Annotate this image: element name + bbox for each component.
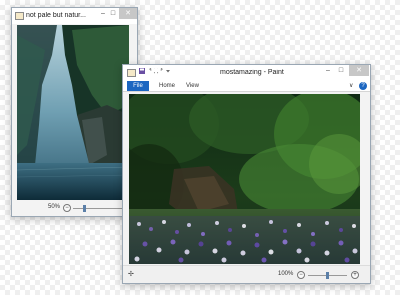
paint-window: mostamazing - Paint – □ ✕ File Home View… — [122, 64, 371, 284]
maximize-button[interactable]: □ — [335, 65, 347, 76]
move-cursor-icon: ✢ — [128, 271, 134, 278]
photo-viewer-window: not pale but natur... – □ ✕ 50% − — [11, 7, 138, 217]
zoom-out-button[interactable]: − — [297, 271, 305, 279]
zoom-slider-thumb[interactable] — [326, 272, 329, 279]
tab-home[interactable]: Home — [159, 81, 175, 91]
tab-file[interactable]: File — [127, 81, 149, 91]
zoom-out-button[interactable]: − — [63, 204, 71, 212]
undo-icon[interactable] — [149, 68, 155, 74]
iris-flowers — [129, 216, 360, 264]
zoom-slider-track[interactable] — [73, 208, 123, 209]
minimize-button[interactable]: – — [98, 8, 108, 19]
paint-app-icon — [127, 69, 136, 77]
zoom-level-label: 50% — [48, 204, 61, 210]
close-button[interactable]: ✕ — [349, 65, 369, 76]
forest-iris-image — [129, 94, 360, 264]
maximize-button[interactable]: □ — [108, 8, 118, 19]
window-title: not pale but natur... — [26, 12, 86, 19]
paint-app-icon — [15, 12, 24, 20]
tab-view[interactable]: View — [186, 81, 199, 91]
river-gorge-photo — [17, 25, 129, 200]
title-bar[interactable]: not pale but natur... – □ ✕ — [12, 8, 137, 24]
save-icon[interactable] — [139, 68, 145, 74]
minimize-button[interactable]: – — [322, 65, 334, 76]
canvas-area[interactable] — [129, 94, 360, 264]
paint-window-title: mostamazing - Paint — [220, 69, 284, 76]
customize-toolbar-icon[interactable] — [165, 68, 171, 74]
close-button[interactable]: ✕ — [119, 8, 137, 19]
ribbon-collapse-icon[interactable]: ∨ — [349, 81, 353, 91]
paint-title-bar[interactable]: mostamazing - Paint – □ ✕ — [123, 65, 370, 81]
redo-icon[interactable] — [157, 68, 163, 74]
zoom-slider-thumb[interactable] — [83, 205, 86, 212]
river-gorge-image — [17, 25, 129, 200]
zoom-level-label: 100% — [278, 271, 294, 277]
help-icon[interactable]: ? — [359, 82, 367, 90]
zoom-in-button[interactable]: + — [351, 271, 359, 279]
ribbon-tab-bar: File Home View ∨ ? — [123, 81, 370, 92]
status-bar: ✢ 100% − + — [123, 265, 370, 283]
